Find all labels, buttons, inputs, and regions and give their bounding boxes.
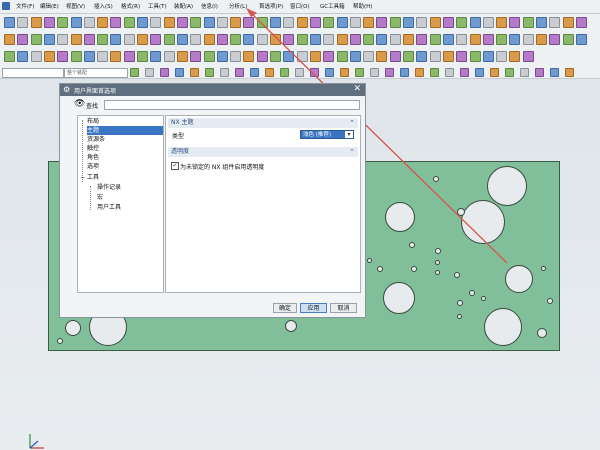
axis-triad-icon [29, 434, 44, 449]
tree-item-macro[interactable]: 宏 [97, 193, 103, 202]
transparency-checkbox[interactable]: ✓ [171, 162, 179, 170]
tree-item-tools[interactable]: 工具 [87, 173, 99, 182]
tree-item-layout[interactable]: 布局 [87, 117, 99, 126]
cancel-button[interactable]: 取消 [330, 303, 357, 313]
chevron-up-icon[interactable]: ⌃ [349, 118, 355, 128]
tree-item-roles[interactable]: 角色 [87, 153, 99, 162]
type-label: 类型 [172, 133, 185, 140]
tree-item-journal[interactable]: 操作记录 [97, 183, 121, 192]
binoculars-icon: 👁 [74, 99, 86, 109]
tree-item-theme[interactable]: 主题 [87, 126, 163, 135]
dialog-titlebar[interactable]: ⚙ 用户界面首选项 ✕ [60, 84, 365, 96]
category-tree: 布局 主题 资源条 触控 角色 选项 − 工具 操作记录 宏 用户工具 [77, 115, 164, 293]
close-icon[interactable]: ✕ [353, 84, 361, 95]
gear-icon: ⚙ [63, 85, 71, 94]
tree-item-touch[interactable]: 触控 [87, 144, 99, 153]
group-nx-theme[interactable]: NX 主题 ⌃ [168, 118, 358, 128]
group-transparency[interactable]: 透明度 ⌃ [168, 147, 358, 157]
chevron-down-icon[interactable]: ▾ [345, 131, 353, 138]
theme-type-dropdown[interactable]: 浅色 (推荐) ▾ [300, 130, 354, 139]
group-transparency-title: 透明度 [171, 148, 190, 155]
tree-item-user-tools[interactable]: 用户工具 [97, 203, 121, 212]
apply-button[interactable]: 应用 [300, 303, 327, 313]
theme-type-value: 浅色 (推荐) [303, 132, 332, 138]
ok-button[interactable]: 确定 [273, 303, 297, 313]
tree-item-resource-bar[interactable]: 资源条 [87, 135, 105, 144]
find-row: 👁 查找 [74, 99, 360, 110]
find-label: 查找 [86, 103, 99, 110]
tree-expand-icon[interactable]: − [80, 173, 85, 182]
group-nx-theme-title: NX 主题 [171, 119, 194, 126]
chevron-up-icon[interactable]: ⌃ [349, 147, 355, 157]
settings-panel: NX 主题 ⌃ 类型 浅色 (推荐) ▾ 透明度 ⌃ ✓ 为未锁定的 NX 组件… [165, 115, 361, 293]
tree-item-options[interactable]: 选项 [87, 162, 99, 171]
find-input[interactable] [104, 100, 360, 110]
dialog-title: 用户界面首选项 [74, 88, 117, 95]
transparency-checkbox-label: 为未锁定的 NX 组件启用透明度 [180, 164, 265, 171]
